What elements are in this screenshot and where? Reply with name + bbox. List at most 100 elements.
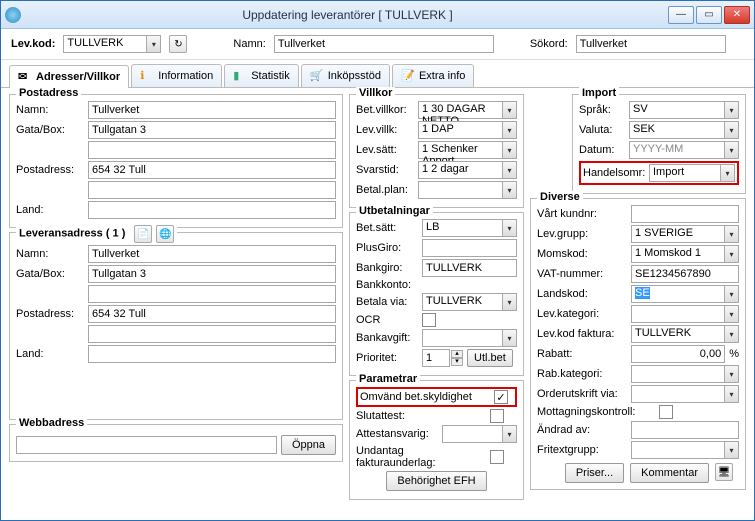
app-icon (5, 7, 21, 23)
levkodfaktura-field[interactable]: TULLVERK▾ (631, 325, 739, 343)
chevron-down-icon[interactable]: ▾ (724, 286, 738, 302)
titlebar: Uppdatering leverantörer [ TULLVERK ] — … (1, 1, 754, 29)
close-button[interactable]: ✕ (724, 6, 750, 24)
chevron-down-icon[interactable]: ▾ (502, 122, 516, 138)
valuta-field[interactable]: SEK▾ (629, 121, 739, 139)
levsatt-field[interactable]: 1 Schenker Apport▾ (418, 141, 517, 159)
landskod-label: Landskod: (537, 288, 627, 300)
chevron-down-icon[interactable]: ▾ (720, 165, 734, 181)
chevron-down-icon[interactable]: ▾ (724, 442, 738, 458)
omvand-checkbox[interactable]: ✓ (494, 390, 508, 404)
rabkategori-field[interactable]: ▾ (631, 365, 739, 383)
attestansvarig-label: Attestansvarig: (356, 428, 438, 440)
slutattest-checkbox[interactable] (490, 409, 504, 423)
chevron-down-icon[interactable]: ▾ (502, 220, 516, 236)
levgrupp-field[interactable]: 1 SVERIGE▾ (631, 225, 739, 243)
bankavgift-field[interactable]: ▾ (422, 329, 517, 347)
lev-globe-icon[interactable]: 🌐 (156, 225, 174, 243)
levkod-field[interactable]: TULLVERK ▾ (63, 35, 161, 53)
spin-down-icon[interactable]: ▾ (451, 358, 463, 366)
chevron-down-icon[interactable]: ▾ (724, 326, 738, 342)
prioritet-stepper[interactable]: ▴▾ (422, 349, 463, 367)
maximize-button[interactable]: ▭ (696, 6, 722, 24)
tab-adresser-villkor[interactable]: ✉Adresser/Villkor (9, 65, 129, 88)
levkategori-field[interactable]: ▾ (631, 305, 739, 323)
betvillkor-field[interactable]: 1 30 DAGAR NETTO▾ (418, 101, 517, 119)
lev-gata-field[interactable] (88, 265, 336, 283)
chevron-down-icon[interactable]: ▾ (502, 182, 516, 198)
lev-post2-field[interactable] (88, 325, 336, 343)
chevron-down-icon[interactable]: ▾ (724, 226, 738, 242)
chevron-down-icon[interactable]: ▾ (724, 142, 738, 158)
andradav-field[interactable] (631, 421, 739, 439)
tab-statistik[interactable]: ▮Statistik (224, 64, 299, 87)
chevron-down-icon[interactable]: ▾ (724, 102, 738, 118)
handelsomr-label: Handelsomr: (583, 167, 645, 179)
utlbet-button[interactable]: Utl.bet (467, 349, 513, 367)
post-post-field[interactable] (88, 161, 336, 179)
rabatt-field[interactable] (631, 345, 725, 363)
chevron-down-icon[interactable]: ▾ (502, 426, 516, 442)
chevron-down-icon[interactable]: ▾ (502, 294, 516, 310)
betalplan-label: Betal.plan: (356, 184, 414, 196)
chevron-down-icon[interactable]: ▾ (724, 306, 738, 322)
behorighet-button[interactable]: Behörighet EFH (386, 471, 486, 491)
namn-field[interactable] (274, 35, 494, 53)
lev-land-field[interactable] (88, 345, 336, 363)
kommentar-button[interactable]: Kommentar (630, 463, 709, 483)
post-land-field[interactable] (88, 201, 336, 219)
betalavia-field[interactable]: TULLVERK▾ (422, 293, 517, 311)
sprak-field[interactable]: SV▾ (629, 101, 739, 119)
vartkundnr-field[interactable] (631, 205, 739, 223)
undantag-checkbox[interactable] (490, 450, 504, 464)
betalplan-field[interactable]: ▾ (418, 181, 517, 199)
ocr-checkbox[interactable] (422, 313, 436, 327)
prioritet-value[interactable] (422, 349, 450, 367)
lev-copy-icon[interactable]: 📄 (134, 225, 152, 243)
chevron-down-icon[interactable]: ▾ (724, 246, 738, 262)
chevron-down-icon[interactable]: ▾ (146, 36, 160, 52)
levvillk-field[interactable]: 1 DAP▾ (418, 121, 517, 139)
momskod-label: Momskod: (537, 248, 627, 260)
chevron-down-icon[interactable]: ▾ (502, 102, 516, 118)
minimize-button[interactable]: — (668, 6, 694, 24)
priser-button[interactable]: Priser... (565, 463, 624, 483)
levkod-value: TULLVERK (67, 37, 123, 49)
betsatt-field[interactable]: LB▾ (422, 219, 517, 237)
post-namn-field[interactable] (88, 101, 336, 119)
lev-namn-field[interactable] (88, 245, 336, 263)
monitor-icon[interactable]: 🖥 (715, 463, 733, 481)
chevron-down-icon[interactable]: ▾ (502, 162, 516, 178)
plusgiro-field[interactable] (422, 239, 517, 257)
attestansvarig-field[interactable]: ▾ (442, 425, 517, 443)
bankgiro-field[interactable] (422, 259, 517, 277)
oppna-button[interactable]: Öppna (281, 435, 336, 455)
spin-up-icon[interactable]: ▴ (451, 350, 463, 358)
chevron-down-icon[interactable]: ▾ (724, 386, 738, 402)
landskod-field[interactable]: SE▾ (631, 285, 739, 303)
chevron-down-icon[interactable]: ▾ (502, 330, 516, 346)
lev-post-field[interactable] (88, 305, 336, 323)
tab-information[interactable]: ℹInformation (131, 64, 222, 87)
vat-field[interactable] (631, 265, 739, 283)
post-post2-field[interactable] (88, 181, 336, 199)
sokord-field[interactable] (576, 35, 726, 53)
chevron-down-icon[interactable]: ▾ (724, 366, 738, 382)
chevron-down-icon[interactable]: ▾ (724, 122, 738, 138)
lev-gata2-field[interactable] (88, 285, 336, 303)
datum-field[interactable]: YYYY-MM▾ (629, 141, 739, 159)
orderutskrift-field[interactable]: ▾ (631, 385, 739, 403)
tab-extra-info[interactable]: 📝Extra info (392, 64, 474, 87)
post-gata-field[interactable] (88, 121, 336, 139)
handelsomr-field[interactable]: Import▾ (649, 164, 735, 182)
momskod-field[interactable]: 1 Momskod 1▾ (631, 245, 739, 263)
tab-inkopsstod[interactable]: 🛒Inköpsstöd (301, 64, 390, 87)
chevron-down-icon[interactable]: ▾ (502, 142, 516, 158)
refresh-icon[interactable]: ↻ (169, 35, 187, 53)
mottagningskontroll-checkbox[interactable] (659, 405, 673, 419)
webbadress-field[interactable] (16, 436, 277, 454)
fritextgrupp-field[interactable]: ▾ (631, 441, 739, 459)
post-gata2-field[interactable] (88, 141, 336, 159)
leveransadress-legend: Leveransadress ( 1 ) 📄🌐 (16, 225, 177, 243)
svarstid-field[interactable]: 1 2 dagar▾ (418, 161, 517, 179)
